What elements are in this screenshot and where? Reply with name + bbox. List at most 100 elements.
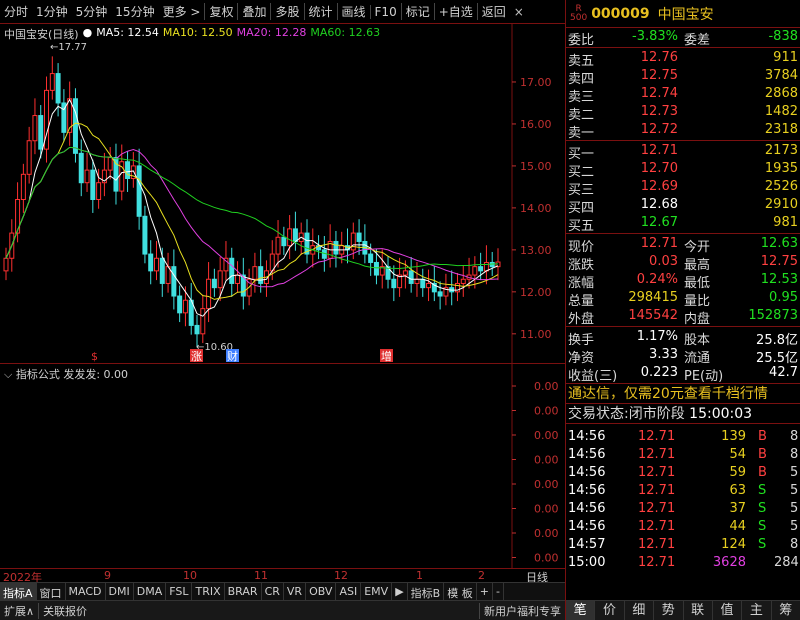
tick-row[interactable]: 14:56 12.71 139 B 8 (566, 428, 800, 446)
toolbar-item-5min[interactable]: 5分钟 (72, 3, 112, 20)
toolbar-item-back[interactable]: 返回 (476, 3, 510, 20)
fund-row: 净资 3.33 流通 25.5亿 (568, 347, 798, 366)
tick-row[interactable]: 14:56 12.71 44 S 5 (566, 518, 800, 536)
buy-row[interactable]: 买三 12.69 2526 (566, 178, 800, 198)
tab-price[interactable]: 价 (595, 601, 625, 620)
new-user-benefit-link[interactable]: 新用户福利专享 (479, 602, 565, 619)
y-tick-label: 14.00 (520, 202, 552, 215)
candle-body (142, 215, 148, 255)
candle-body (177, 295, 183, 314)
tab-detail[interactable]: 细 (625, 601, 655, 620)
tab-macd[interactable]: MACD (66, 583, 106, 600)
tab-dma[interactable]: DMA (134, 583, 167, 600)
quote-panel: R 500 000009 中国宝安 委比 -3.83% 委差 -838 卖五 12… (565, 0, 800, 620)
zoom-out-button[interactable]: - (493, 583, 504, 600)
tab-template[interactable]: 模 板 (444, 583, 477, 600)
status-bar: 扩展∧ 关联报价 新用户福利专享 (0, 600, 565, 620)
toolbar-item-overlay[interactable]: 叠加 (237, 3, 270, 20)
main-chart[interactable]: 17.00 16.00 15.00 14.00 13.00 12.00 11.00 ←17.7… (0, 24, 565, 364)
candle-body (235, 274, 241, 284)
sell-row[interactable]: 卖四 12.75 3784 (566, 67, 800, 87)
candle-body (402, 270, 408, 276)
close-icon[interactable]: × (510, 5, 528, 19)
candle-body (32, 115, 38, 142)
tab-window[interactable]: 窗口 (37, 583, 66, 600)
tab-main-force[interactable]: 主 (742, 601, 772, 620)
tab-linked[interactable]: 联 (684, 601, 713, 620)
fund-row: 换手 1.17% 股本 25.8亿 (568, 329, 798, 348)
toolbar-item-1min[interactable]: 1分钟 (32, 3, 72, 20)
buy-row[interactable]: 买五 12.67 981 (566, 214, 800, 234)
buy-row[interactable]: 买四 12.68 2910 (566, 196, 800, 216)
buy-row[interactable]: 买一 12.71 2173 (566, 142, 800, 162)
toolbar-item-multi-stock[interactable]: 多股 (270, 3, 303, 20)
tab-dmi[interactable]: DMI (106, 583, 134, 600)
indicator-y-tick-label: 0.00 (534, 503, 559, 516)
y-tick-label: 17.00 (520, 76, 552, 89)
indicator-chart[interactable]: 0.00 0.00 0.00 0.00 0.00 0.00 0.00 0.00 (0, 364, 565, 568)
tick-list: 14:56 12.71 139 B 8 14:56 12.71 54 B 8 1… (566, 424, 800, 572)
toolbar-item-add-watchlist[interactable]: +自选 (433, 3, 477, 20)
tab-chips[interactable]: 筹 (772, 601, 800, 620)
candle-body (437, 291, 443, 297)
fund-row: 收益(三) 0.223 PE(动) 42.7 (568, 365, 798, 384)
indicator-y-tick-label: 0.00 (534, 478, 559, 491)
promo-banner[interactable]: 通达信，仅需20元查看千档行情 (566, 384, 800, 404)
event-marker: 财 (227, 349, 238, 363)
candle-body (84, 169, 90, 184)
tab-indicator-b[interactable]: 指标B (408, 583, 445, 600)
play-icon[interactable]: ▶ (392, 583, 408, 600)
sell-row[interactable]: 卖五 12.76 911 (566, 49, 800, 69)
toolbar-item-15min[interactable]: 15分钟 (111, 3, 158, 20)
price-stats: 现价 12.71 今开 12.63 涨跌 0.03 最高 12.75 涨幅 0.… (566, 234, 800, 327)
tick-row[interactable]: 14:56 12.71 37 S 5 (566, 500, 800, 518)
toolbar-item-f10[interactable]: F10 (369, 4, 401, 19)
tab-fsl[interactable]: FSL (166, 583, 193, 600)
indicator-y-tick-label: 0.00 (534, 380, 559, 393)
related-quotes-button[interactable]: 关联报价 (38, 602, 91, 619)
sell-row[interactable]: 卖二 12.73 1482 (566, 103, 800, 123)
fundamentals: 换手 1.17% 股本 25.8亿 净资 3.33 流通 25.5亿 收益(三)… (566, 327, 800, 384)
candlestick-chart[interactable]: 17.00 16.00 15.00 14.00 13.00 12.00 11.00 ←17.7… (0, 24, 565, 364)
tick-row[interactable]: 14:56 12.71 59 B 5 (566, 464, 800, 482)
zoom-in-button[interactable]: + (477, 583, 493, 600)
tab-trix[interactable]: TRIX (192, 583, 225, 600)
tick-row[interactable]: 15:00 12.71 3628 284 (566, 554, 800, 572)
toolbar-item-mark[interactable]: 标记 (400, 3, 434, 20)
buy-row[interactable]: 买二 12.70 1935 (566, 160, 800, 180)
candle-body (96, 182, 102, 200)
tab-trades[interactable]: 笔 (566, 601, 596, 620)
sell-orders: 卖五 12.76 911 卖四 12.75 3784 卖三 12.74 2868… (566, 48, 800, 141)
expand-button[interactable]: 扩展∧ (0, 603, 38, 619)
sell-row[interactable]: 卖三 12.74 2868 (566, 85, 800, 105)
y-tick-label: 16.00 (520, 118, 552, 131)
toolbar-item-draw[interactable]: 画线 (336, 3, 370, 20)
tab-trend[interactable]: 势 (654, 601, 684, 620)
candle-body (472, 266, 478, 276)
candle-body (229, 257, 235, 284)
tab-asi[interactable]: ASI (336, 583, 362, 600)
candle-body (107, 157, 113, 171)
candle-body (159, 257, 165, 284)
toolbar-item-timeshare[interactable]: 分时 (0, 3, 32, 20)
tab-value[interactable]: 值 (713, 601, 743, 620)
toolbar-item-stats[interactable]: 统计 (303, 3, 337, 20)
tick-row[interactable]: 14:57 12.71 124 S 8 (566, 536, 800, 554)
high-label: ←17.77 (50, 42, 87, 53)
indicator-plot[interactable]: 0.00 0.00 0.00 0.00 0.00 0.00 0.00 0.00 (0, 364, 565, 568)
tab-emv[interactable]: EMV (361, 583, 393, 600)
toolbar-item-restore-rights[interactable]: 复权 (204, 3, 237, 20)
tick-row[interactable]: 14:56 12.71 54 B 8 (566, 446, 800, 464)
tab-vr[interactable]: VR (284, 583, 307, 600)
sell-row[interactable]: 卖一 12.72 2318 (566, 121, 800, 141)
candle-body (200, 308, 206, 335)
time-label: 11 (254, 569, 268, 582)
tab-brar[interactable]: BRAR (225, 583, 262, 600)
trade-state: 交易状态:闭市阶段 15:00:03 (566, 404, 800, 424)
tab-obv[interactable]: OBV (306, 583, 337, 600)
toolbar-item-more[interactable]: 更多 > (159, 3, 205, 20)
y-tick-label: 13.00 (520, 244, 552, 257)
tab-indicator-a[interactable]: 指标A (0, 583, 37, 600)
tick-row[interactable]: 14:56 12.71 63 S 5 (566, 482, 800, 500)
tab-cr[interactable]: CR (262, 583, 284, 600)
